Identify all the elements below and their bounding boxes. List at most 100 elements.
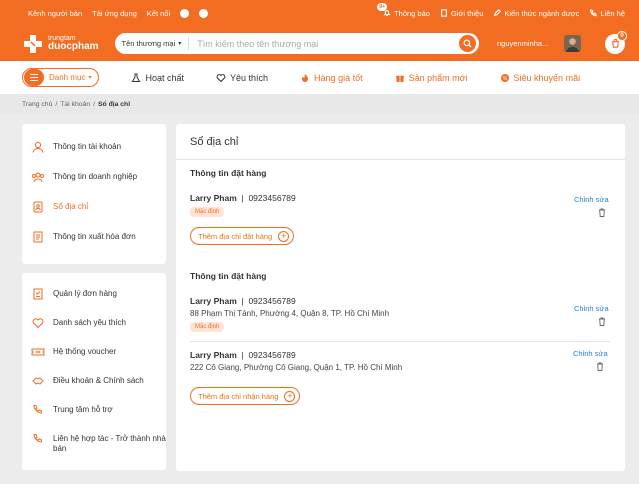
sidebar-item-label: Hệ thống voucher bbox=[53, 347, 117, 356]
nav-best-price[interactable]: Hàng giá tốt bbox=[300, 73, 363, 83]
address-name: Larry Pham bbox=[190, 350, 237, 360]
logo-cross-icon bbox=[24, 34, 42, 53]
avatar-image bbox=[564, 35, 582, 52]
add-order-address-button[interactable]: Thêm địa chỉ đặt hàng + bbox=[190, 227, 295, 245]
knowledge-label: Kiến thức ngành dược bbox=[504, 8, 580, 18]
nav-label: Siêu khuyến mãi bbox=[513, 72, 581, 83]
category-menu-label: Danh mục bbox=[49, 73, 86, 82]
top-right-links: 9+ Thông báo Giới thiệu Kiến thức ngành … bbox=[373, 2, 625, 18]
sidebar-item-label: Sổ địa chỉ bbox=[53, 202, 89, 211]
download-app-link[interactable]: Tải ứng dụng bbox=[92, 9, 137, 18]
heart-icon bbox=[216, 73, 226, 82]
trash-icon[interactable] bbox=[596, 362, 604, 371]
sidebar-item-partner[interactable]: Liên hệ hợp tác - Trở thành nhà bán bbox=[22, 433, 166, 469]
trash-icon[interactable] bbox=[598, 208, 606, 217]
sidebar-item-orders[interactable]: Quản lý đơn hàng bbox=[22, 288, 166, 317]
contact-label: Liên hệ bbox=[600, 8, 625, 18]
page-title: Sổ địa chỉ bbox=[176, 124, 625, 160]
contact-phone-icon bbox=[33, 434, 42, 443]
site-logo[interactable]: trungtam duocpham bbox=[22, 33, 115, 55]
top-left-links: Kênh người bán Tải ứng dụng Kết nối f • bbox=[28, 8, 218, 18]
sidebar-item-wishlist[interactable]: Danh sách yêu thích bbox=[22, 317, 166, 346]
address-card: Larry Pham | 0923456789 88 Phạm Thị Tánh… bbox=[190, 296, 610, 332]
logo-line2: duocpham bbox=[48, 41, 99, 52]
address-phone: 0923456789 bbox=[248, 350, 296, 360]
phone-icon bbox=[590, 9, 597, 17]
edit-address-button[interactable]: Chỉnh sửa bbox=[574, 304, 609, 313]
sidebar-item-label: Trung tâm hỗ trợ bbox=[53, 405, 113, 414]
facebook-icon[interactable]: f bbox=[180, 8, 190, 18]
sidebar-item-label: Thông tin tài khoản bbox=[53, 142, 122, 151]
notification-count-badge: 9+ bbox=[377, 2, 388, 11]
breadcrumb-current: Sổ địa chỉ bbox=[98, 100, 131, 108]
contact-link[interactable]: Liên hệ bbox=[589, 9, 625, 18]
trash-icon[interactable] bbox=[598, 317, 606, 326]
sidebar-item-label: Điều khoản & Chính sách bbox=[53, 376, 144, 385]
main-bar: trungtam duocpham Tên thương mại ▾ nguye… bbox=[0, 26, 639, 61]
add-shipping-address-button[interactable]: Thêm địa chỉ nhận hàng + bbox=[190, 387, 301, 405]
sidebar-item-invoice-info[interactable]: Thông tin xuất hóa đơn bbox=[22, 231, 166, 261]
search-category-select[interactable]: Tên thương mại ▾ bbox=[122, 37, 190, 50]
address-name: Larry Pham bbox=[190, 296, 237, 306]
address-book-panel: Sổ địa chỉ Thông tin đặt hàng Larry Pham… bbox=[176, 124, 625, 471]
address-contact: Larry Pham | 0923456789 bbox=[190, 193, 610, 203]
hamburger-icon bbox=[24, 69, 44, 86]
about-link[interactable]: Giới thiệu bbox=[440, 9, 483, 18]
connect-label: Kết nối bbox=[146, 8, 171, 18]
default-badge: Mặc định bbox=[190, 322, 225, 332]
nav-label: Sản phẩm mới bbox=[408, 72, 468, 83]
orders-icon bbox=[33, 288, 43, 300]
flask-icon bbox=[132, 73, 141, 82]
search-button[interactable] bbox=[459, 35, 476, 52]
sidebar-item-address-book[interactable]: Sổ địa chỉ bbox=[22, 201, 166, 231]
nav-active-ingredient[interactable]: Hoạt chất bbox=[131, 73, 184, 83]
sidebar-item-label: Quản lý đơn hàng bbox=[53, 289, 117, 298]
avatar[interactable] bbox=[564, 35, 582, 52]
seller-channel-link[interactable]: Kênh người bán bbox=[28, 9, 82, 18]
svg-text:%: % bbox=[502, 76, 507, 82]
nav-super-sale[interactable]: % Siêu khuyến mãi bbox=[500, 72, 581, 83]
account-sidebar: Thông tin tài khoản Thông tin doanh nghi… bbox=[22, 124, 166, 264]
chevron-down-icon: ▾ bbox=[178, 41, 182, 47]
knowledge-link[interactable]: Kiến thức ngành dược bbox=[493, 9, 579, 18]
invoice-icon bbox=[33, 231, 43, 243]
sidebar-item-account-info[interactable]: Thông tin tài khoản bbox=[22, 141, 166, 171]
nav-favorites[interactable]: Yêu thích bbox=[216, 73, 268, 83]
breadcrumb-account[interactable]: Tài khoản bbox=[60, 101, 90, 108]
handshake-icon bbox=[32, 377, 44, 385]
notifications-link[interactable]: 9+ Thông báo bbox=[377, 2, 430, 18]
breadcrumb-home[interactable]: Trang chủ bbox=[22, 101, 52, 108]
search-category-label: Tên thương mại bbox=[121, 39, 176, 48]
cart-button[interactable]: 0 bbox=[605, 30, 627, 54]
pencil-icon bbox=[494, 9, 502, 17]
add-order-address-label: Thêm địa chỉ đặt hàng bbox=[198, 231, 273, 241]
messenger-icon[interactable]: • bbox=[199, 8, 209, 18]
sidebar-item-terms[interactable]: Điều khoản & Chính sách bbox=[22, 375, 166, 404]
support-phone-icon bbox=[33, 405, 42, 414]
nav-label: Yêu thích bbox=[230, 72, 269, 83]
edit-address-button[interactable]: Chỉnh sửa bbox=[573, 349, 608, 358]
edit-address-button[interactable]: Chỉnh sửa bbox=[574, 195, 609, 204]
document-icon bbox=[440, 9, 447, 17]
nav-label: Hoạt chất bbox=[145, 72, 185, 83]
sidebar-item-support[interactable]: Trung tâm hỗ trợ bbox=[22, 404, 166, 433]
address-phone: 0923456789 bbox=[248, 193, 296, 203]
sidebar-item-business-info[interactable]: Thông tin doanh nghiệp bbox=[22, 171, 166, 201]
users-group-icon bbox=[32, 172, 44, 183]
ticket-icon bbox=[31, 348, 45, 356]
user-menu[interactable]: nguyenminha... bbox=[497, 35, 582, 52]
sale-badge-icon: % bbox=[500, 73, 509, 82]
category-menu-button[interactable]: Danh mục ▾ bbox=[22, 68, 100, 87]
section-title-order-info: Thông tin đặt hàng bbox=[190, 168, 267, 178]
nav-new-products[interactable]: Sản phẩm mới bbox=[395, 73, 468, 83]
site-header: Kênh người bán Tải ứng dụng Kết nối f • … bbox=[0, 0, 639, 61]
address-contact: Larry Pham | 0923456789 bbox=[190, 350, 610, 360]
breadcrumb-separator: / bbox=[55, 100, 58, 108]
sidebar-item-vouchers[interactable]: Hệ thống voucher bbox=[22, 346, 166, 375]
default-badge: Mặc định bbox=[190, 207, 225, 217]
notifications-label: Thông báo bbox=[394, 8, 430, 18]
divider bbox=[190, 341, 610, 342]
search-input[interactable] bbox=[197, 38, 459, 49]
address-name: Larry Pham bbox=[190, 193, 237, 203]
chevron-down-icon: ▾ bbox=[88, 75, 92, 81]
